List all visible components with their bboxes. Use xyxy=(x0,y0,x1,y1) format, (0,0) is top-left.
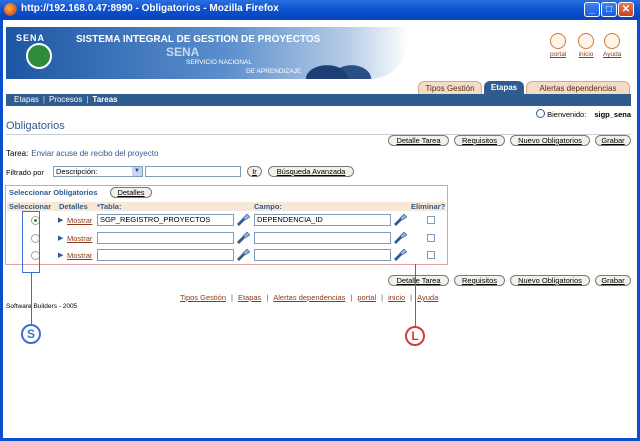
task-label: Tarea: xyxy=(6,149,29,158)
expand-triangle-icon[interactable]: ▶ xyxy=(58,251,63,259)
mostrar-link[interactable]: Mostrar xyxy=(67,216,92,225)
grabar-button-bottom[interactable]: Grabar xyxy=(595,275,631,286)
nuevo-obligatorios-button[interactable]: Nuevo Obligatorios xyxy=(510,135,590,146)
top-link-portal[interactable]: portal xyxy=(550,33,566,58)
expand-triangle-icon[interactable]: ▶ xyxy=(58,234,63,242)
home-icon xyxy=(578,33,594,49)
system-title: SISTEMA INTEGRAL DE GESTION DE PROYECTOS xyxy=(76,34,321,45)
tab-alertas-dependencias[interactable]: Alertas dependencias xyxy=(526,81,630,94)
chevron-down-icon[interactable]: ▼ xyxy=(132,167,142,176)
field-input[interactable] xyxy=(254,232,391,244)
table-row: ▶ Mostrar xyxy=(7,230,446,248)
detalle-tarea-button[interactable]: Detalle Tarea xyxy=(388,135,449,146)
task-value: Enviar acuse de recibo del proyecto xyxy=(31,149,159,158)
flashlight-lookup-icon[interactable] xyxy=(393,249,407,261)
org-line1: SERVICIO NACIONAL xyxy=(186,59,252,66)
header-details: Detalles xyxy=(59,202,88,211)
sena-logo: SENA xyxy=(16,33,60,73)
welcome-label: Bienvenido: xyxy=(547,110,587,119)
help-icon xyxy=(604,33,621,49)
table-input[interactable]: SGP_REGISTRO_PROYECTOS xyxy=(97,214,234,226)
header-field: Campo: xyxy=(254,202,282,211)
footer-link-portal[interactable]: portal xyxy=(357,293,376,302)
logo-text: SENA xyxy=(16,33,46,43)
annotation-s-line xyxy=(31,273,32,325)
footer-link-etapas[interactable]: Etapas xyxy=(238,293,261,302)
expand-triangle-icon[interactable]: ▶ xyxy=(58,216,63,224)
breadcrumb: Etapas | Procesos | Tareas xyxy=(6,94,631,106)
flashlight-lookup-icon[interactable] xyxy=(236,249,250,261)
breadcrumb-procesos[interactable]: Procesos xyxy=(49,95,82,104)
footer-link-inicio[interactable]: inicio xyxy=(388,293,405,302)
annotation-s-box xyxy=(22,211,40,273)
field-input[interactable]: DEPENDENCIA_ID xyxy=(254,214,391,226)
table-row: ▶ Mostrar xyxy=(7,247,446,265)
delete-checkbox[interactable] xyxy=(427,216,435,224)
header-select: Seleccionar xyxy=(9,202,52,211)
flashlight-lookup-icon[interactable] xyxy=(393,232,407,244)
filter-label: Filtrado por xyxy=(6,168,44,177)
top-link-ayuda[interactable]: Ayuda xyxy=(603,33,621,58)
footer-link-ayuda[interactable]: Ayuda xyxy=(417,293,438,302)
org-line2: DE APRENDIZAJE xyxy=(246,68,302,75)
field-input[interactable] xyxy=(254,249,391,261)
detalle-tarea-button-bottom[interactable]: Detalle Tarea xyxy=(388,275,449,286)
close-button[interactable]: ✕ xyxy=(618,2,634,17)
tab-tipos-gestion[interactable]: Tipos Gestión xyxy=(418,81,482,94)
header-delete: Eliminar? xyxy=(411,202,446,211)
flashlight-lookup-icon[interactable] xyxy=(236,214,250,226)
obligatorios-panel: Seleccionar Obligatorios Detalles Selecc… xyxy=(5,185,448,265)
table-input[interactable] xyxy=(97,249,234,261)
footer-link-alertas[interactable]: Alertas dependencias xyxy=(273,293,345,302)
flashlight-lookup-icon[interactable] xyxy=(393,214,407,226)
annotation-l-marker: L xyxy=(405,326,425,346)
nuevo-obligatorios-button-bottom[interactable]: Nuevo Obligatorios xyxy=(510,275,590,286)
user-icon xyxy=(536,109,546,118)
header-banner: SENA SISTEMA INTEGRAL DE GESTION DE PROY… xyxy=(6,27,409,79)
filter-select[interactable]: Descripción: ▼ xyxy=(53,166,143,177)
requisitos-button[interactable]: Requisitos xyxy=(454,135,505,146)
task-line: Tarea: Enviar acuse de recibo del proyect… xyxy=(6,149,158,158)
advanced-search-button[interactable]: Búsqueda Avanzada xyxy=(268,166,354,177)
table-row: ▶ Mostrar SGP_REGISTRO_PROYECTOS DEPENDE… xyxy=(7,212,446,230)
people-silhouette-icon xyxy=(306,47,376,79)
firefox-icon xyxy=(4,3,17,16)
footer-link-tipos-gestion[interactable]: Tipos Gestión xyxy=(180,293,226,302)
tab-etapas[interactable]: Etapas xyxy=(484,81,524,94)
maximize-button[interactable]: □ xyxy=(601,2,617,17)
welcome-user: sigp_sena xyxy=(594,110,631,119)
welcome-message: Bienvenido: sigp_sena xyxy=(536,109,631,119)
mostrar-link[interactable]: Mostrar xyxy=(67,234,92,243)
window-titlebar: http://192.168.0.47:8990 - Obligatorios … xyxy=(0,0,640,20)
flashlight-lookup-icon[interactable] xyxy=(236,232,250,244)
detalles-button[interactable]: Detalles xyxy=(110,187,152,198)
requisitos-button-bottom[interactable]: Requisitos xyxy=(454,275,505,286)
annotation-s-marker: S xyxy=(21,324,41,344)
table-input[interactable] xyxy=(97,232,234,244)
top-link-inicio[interactable]: inicio xyxy=(578,33,594,58)
portal-icon xyxy=(550,33,567,49)
window-title: http://192.168.0.47:8990 - Obligatorios … xyxy=(21,3,279,14)
grid-header: Seleccionar Detalles *Tabla: Campo: Elim… xyxy=(7,202,446,211)
panel-title: Seleccionar Obligatorios xyxy=(9,188,98,197)
delete-checkbox[interactable] xyxy=(427,251,435,259)
annotation-l-line xyxy=(415,264,416,326)
grabar-button[interactable]: Grabar xyxy=(595,135,631,146)
page-title: Obligatorios xyxy=(6,120,65,132)
org-short: SENA xyxy=(166,45,200,59)
footer-links: Tipos Gestión | Etapas | Alertas dependencia… xyxy=(180,293,439,302)
breadcrumb-etapas[interactable]: Etapas xyxy=(14,95,39,104)
breadcrumb-tareas[interactable]: Tareas xyxy=(92,95,117,104)
logo-mark-icon xyxy=(26,43,52,69)
mostrar-link[interactable]: Mostrar xyxy=(67,251,92,260)
filter-input[interactable] xyxy=(145,166,241,177)
header-table: *Tabla: xyxy=(97,202,122,211)
delete-checkbox[interactable] xyxy=(427,234,435,242)
minimize-button[interactable]: _ xyxy=(584,2,600,17)
go-button[interactable]: Ir xyxy=(247,166,262,177)
footer-credit: Software Builders - 2005 xyxy=(6,303,78,310)
